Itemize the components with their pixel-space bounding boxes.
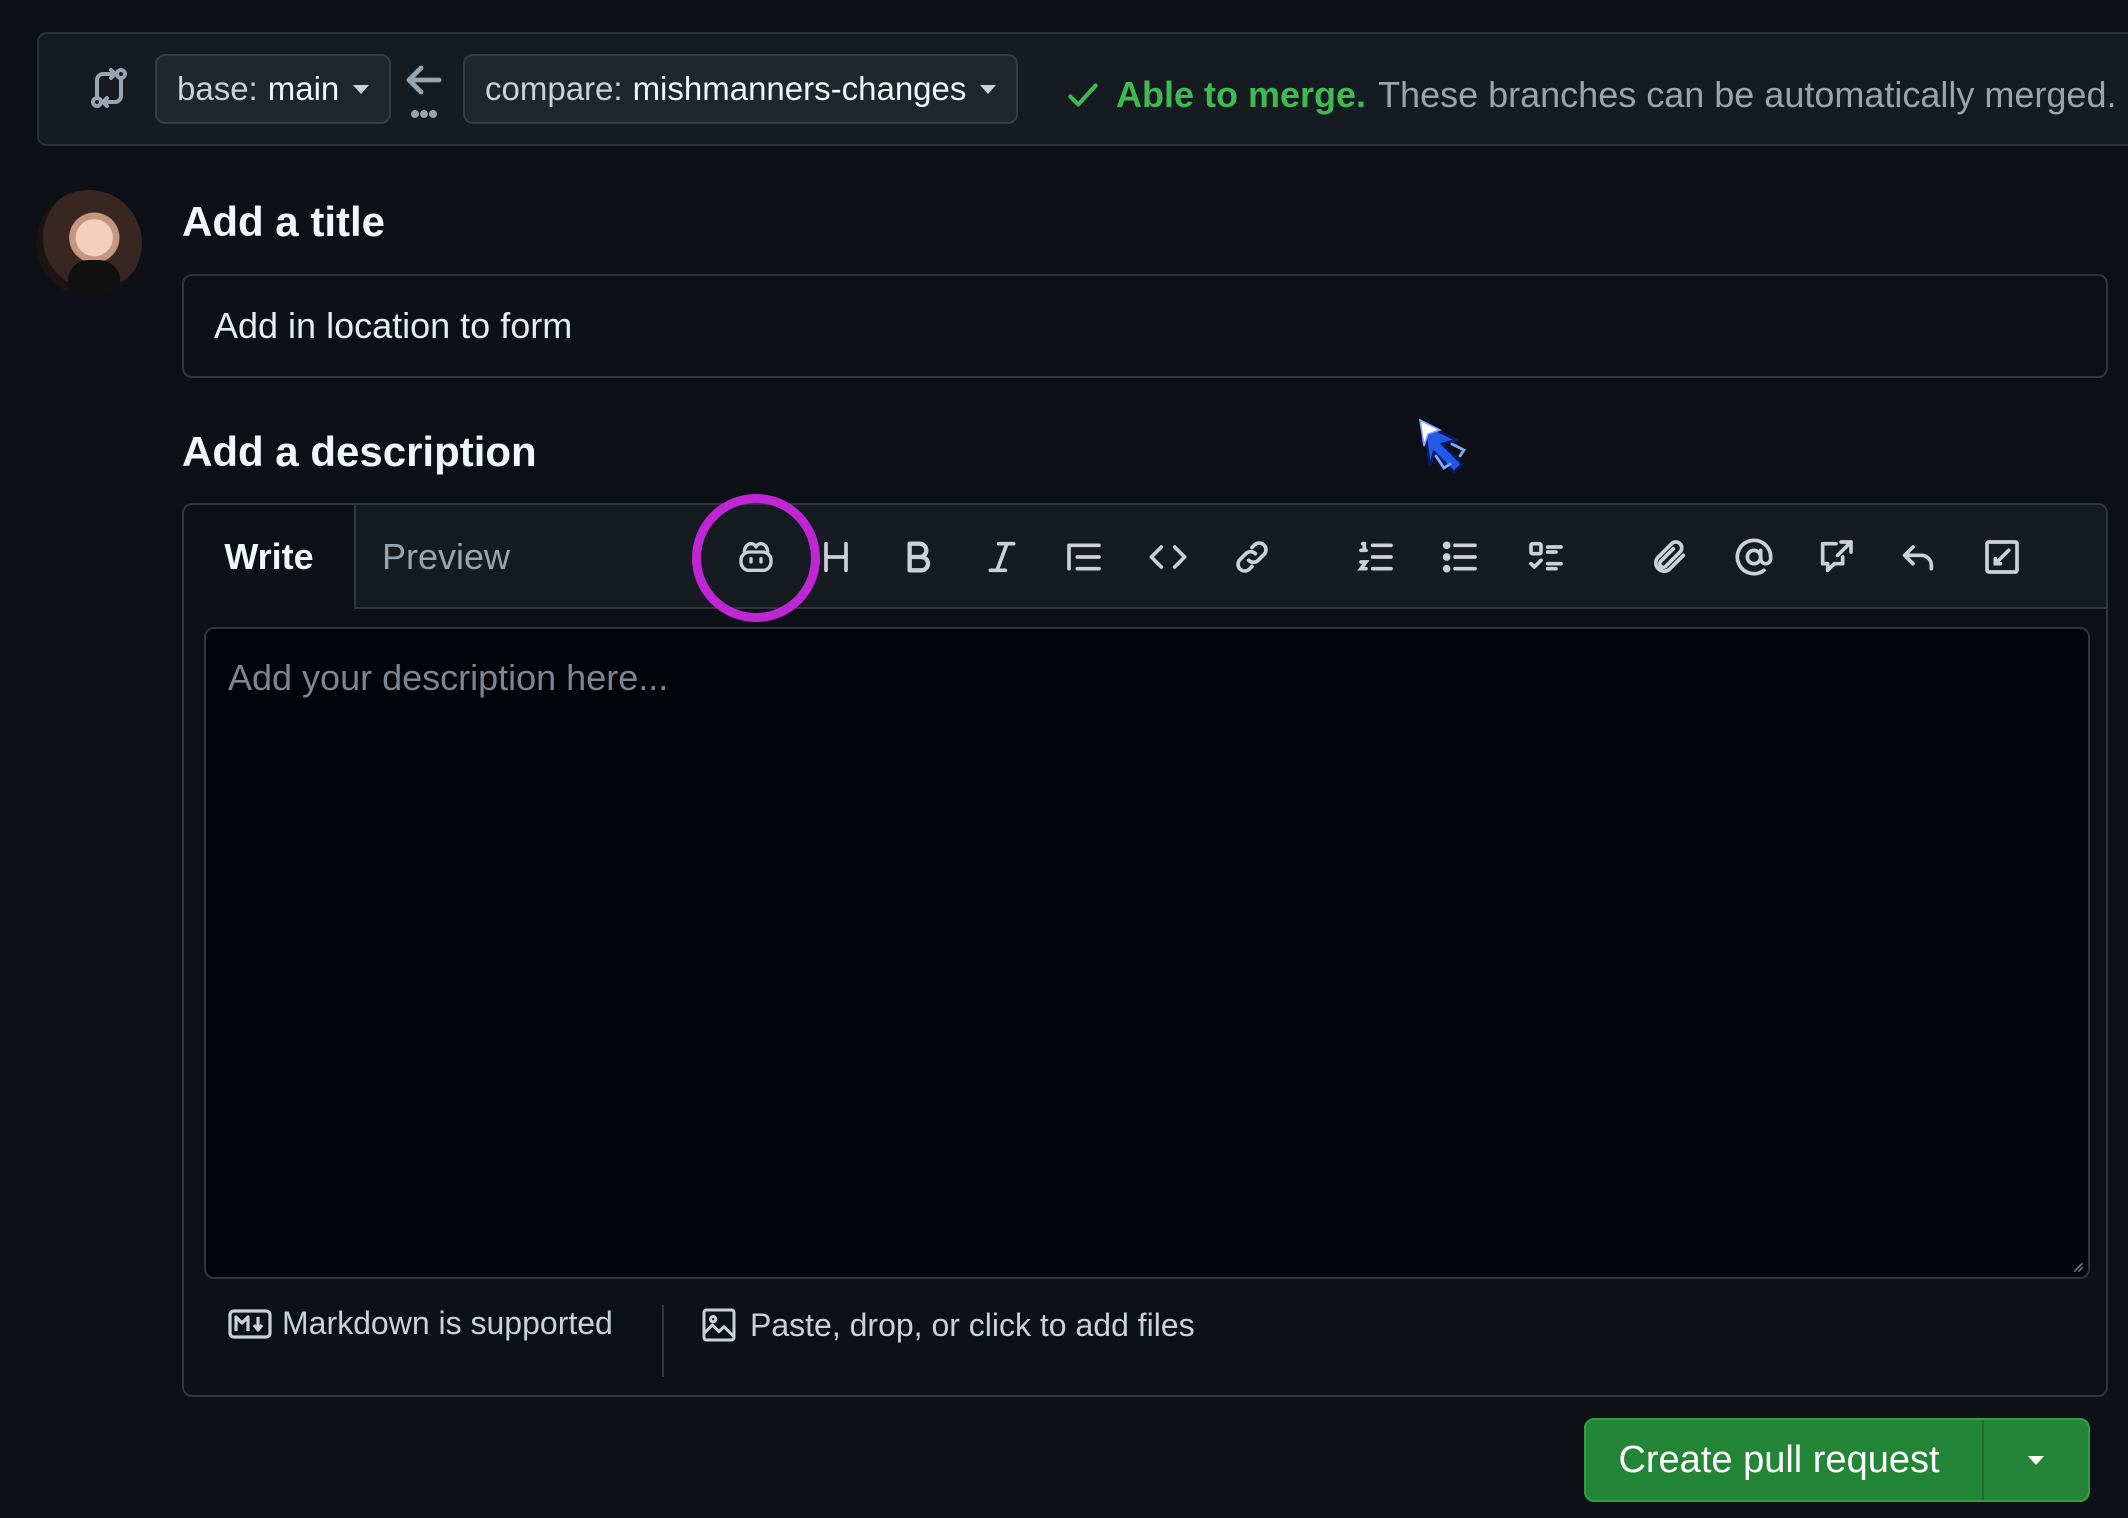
description-placeholder: Add your description here... (228, 657, 669, 698)
highlight-circle (692, 494, 820, 622)
arrow-left-icon (406, 65, 442, 119)
unordered-list-icon (1442, 541, 1477, 573)
quote-button[interactable] (1056, 529, 1112, 585)
compare-bar: base: main compare: mishmanners-changes … (37, 32, 2128, 146)
title-input[interactable]: Add in location to form (182, 274, 2108, 378)
attach-button[interactable] (1642, 529, 1698, 585)
markdown-note-text: Markdown is supported (282, 1305, 613, 1341)
code-icon (1149, 545, 1187, 569)
undo-icon (1902, 545, 1934, 571)
title-input-value: Add in location to form (214, 305, 573, 346)
heading-button[interactable] (808, 529, 864, 585)
reference-icon (1820, 540, 1853, 573)
caret-down-icon (2028, 1455, 2044, 1465)
link-icon (1236, 541, 1268, 573)
link-button[interactable] (1224, 529, 1280, 585)
ordered-list-button[interactable] (1348, 529, 1404, 585)
merge-status: Able to merge. These branches can be aut… (1064, 74, 2116, 116)
image-icon (702, 1308, 736, 1342)
compare-branch-button[interactable]: compare: mishmanners-changes (463, 54, 1019, 124)
fullscreen-button[interactable] (1974, 529, 2030, 585)
italic-icon (988, 541, 1016, 573)
quote-icon (1067, 543, 1101, 571)
code-button[interactable] (1140, 529, 1196, 585)
caret-down-icon (353, 84, 370, 94)
markdown-note[interactable]: Markdown is supported (228, 1305, 613, 1342)
title-label: Add a title (182, 198, 386, 245)
editor-toolbar: Write Preview (184, 494, 2106, 622)
tab-preview[interactable]: Preview (356, 505, 536, 609)
cursor-icon (1418, 418, 1467, 474)
create-pull-request-label: Create pull request (1618, 1438, 1940, 1481)
reference-button[interactable] (1808, 529, 1864, 585)
task-list-icon (1529, 541, 1563, 571)
add-files-note[interactable]: Paste, drop, or click to add files (698, 1305, 1195, 1345)
create-options-dropdown[interactable] (1982, 1420, 2088, 1500)
mention-button[interactable] (1726, 529, 1782, 585)
resize-grip-icon[interactable] (2070, 1259, 2084, 1273)
base-prefix: base: (177, 70, 258, 107)
task-list-button[interactable] (1518, 529, 1574, 585)
unordered-list-button[interactable] (1432, 529, 1488, 585)
ordered-list-icon (1357, 541, 1393, 571)
description-textarea[interactable]: Add your description here... (204, 627, 2090, 1279)
attach-icon (1654, 540, 1686, 573)
git-compare-icon (91, 68, 127, 108)
fullscreen-icon (1985, 540, 2019, 574)
footer-divider (662, 1305, 664, 1377)
heading-icon (824, 541, 848, 573)
description-label: Add a description (182, 428, 537, 475)
create-pull-request-button[interactable]: Create pull request (1584, 1418, 2090, 1502)
base-branch-button[interactable]: base: main (155, 54, 392, 124)
bold-button[interactable] (890, 529, 946, 585)
avatar (36, 190, 142, 296)
add-files-text: Paste, drop, or click to add files (750, 1306, 1195, 1343)
tab-write[interactable]: Write (184, 505, 356, 609)
compare-prefix: compare: (485, 70, 623, 107)
markdown-icon (228, 1308, 272, 1339)
undo-button[interactable] (1890, 529, 1946, 585)
italic-button[interactable] (974, 529, 1030, 585)
base-branch-name: main (267, 70, 340, 107)
merge-ok-text: Able to merge. (1116, 74, 1367, 115)
caret-down-icon (980, 84, 997, 94)
compare-branch-name: mishmanners-changes (632, 70, 967, 107)
mention-icon (1735, 538, 1773, 576)
merge-message: These branches can be automatically merg… (1378, 74, 2117, 115)
bold-icon (907, 541, 931, 573)
description-editor: Write Preview Add your description here.… (182, 494, 2108, 1397)
check-icon (1068, 83, 1098, 107)
